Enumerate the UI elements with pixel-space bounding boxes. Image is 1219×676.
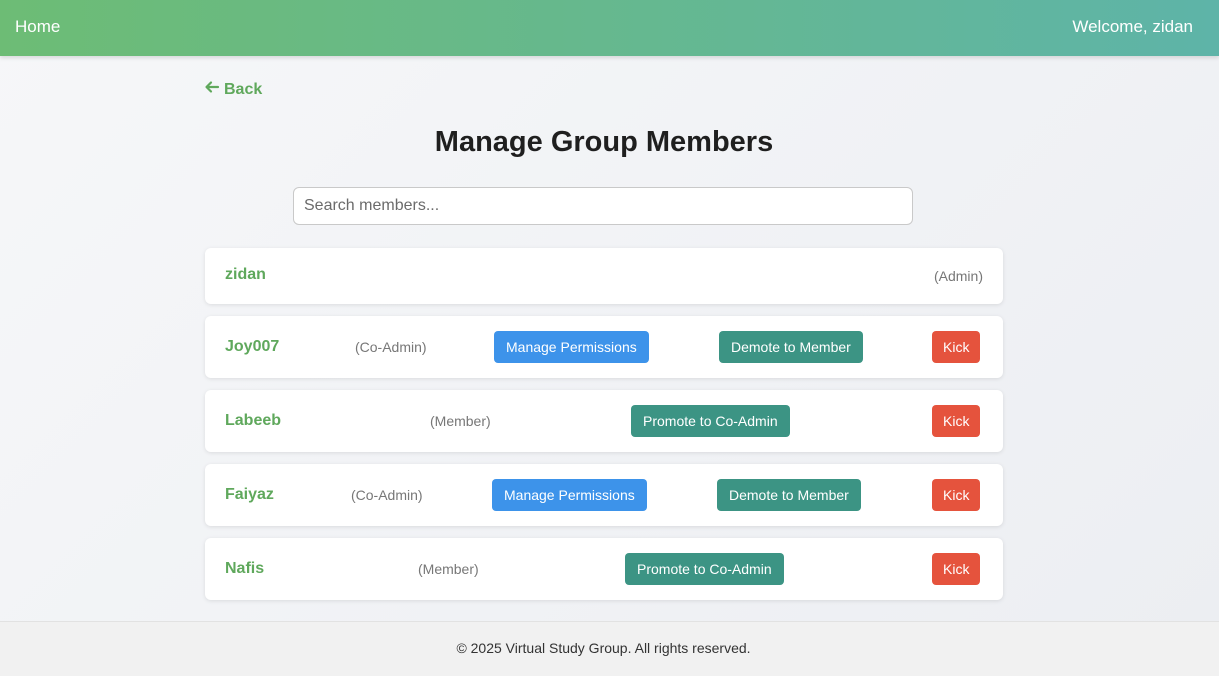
promote-button[interactable]: Promote to Co-Admin xyxy=(625,553,784,585)
member-name: Joy007 xyxy=(225,338,280,355)
search-input[interactable] xyxy=(293,187,913,225)
kick-button[interactable]: Kick xyxy=(932,331,981,363)
copyright-text: © 2025 Virtual Study Group. All rights r… xyxy=(456,640,751,656)
member-name: Labeeb xyxy=(225,412,282,429)
demote-button[interactable]: Demote to Member xyxy=(719,331,863,363)
demote-button[interactable]: Demote to Member xyxy=(717,479,861,511)
kick-button[interactable]: Kick xyxy=(932,405,981,437)
manage-permissions-button[interactable]: Manage Permissions xyxy=(494,331,649,363)
kick-button[interactable]: Kick xyxy=(932,479,981,511)
member-name: Faiyaz xyxy=(225,486,274,503)
member-role: (Member) xyxy=(430,413,491,429)
member-card: Labeeb (Member) Promote to Co-Admin Kick xyxy=(205,390,1003,452)
member-card: Faiyaz (Co-Admin) Manage Permissions Dem… xyxy=(205,464,1003,526)
top-navbar: Home Welcome, zidan xyxy=(0,0,1219,56)
promote-button[interactable]: Promote to Co-Admin xyxy=(631,405,790,437)
member-role: (Admin) xyxy=(933,268,983,284)
member-role: (Co-Admin) xyxy=(355,339,427,355)
back-label: Back xyxy=(224,80,263,98)
footer: © 2025 Virtual Study Group. All rights r… xyxy=(0,621,1219,676)
member-card: Joy007 (Co-Admin) Manage Permissions Dem… xyxy=(205,316,1003,378)
member-role: (Member) xyxy=(418,561,479,577)
member-card: Nafis (Member) Promote to Co-Admin Kick xyxy=(205,538,1003,600)
member-card: zidan (Admin) xyxy=(205,248,1003,304)
back-link[interactable]: Back xyxy=(204,79,262,100)
arrow-left-icon xyxy=(204,79,220,100)
page-title: Manage Group Members xyxy=(434,126,774,158)
kick-button[interactable]: Kick xyxy=(932,553,981,585)
member-role: (Co-Admin) xyxy=(351,487,423,503)
member-name: Nafis xyxy=(225,560,265,577)
welcome-text: Welcome, zidan xyxy=(1072,17,1193,36)
manage-permissions-button[interactable]: Manage Permissions xyxy=(492,479,647,511)
member-name: zidan xyxy=(225,266,266,283)
home-link[interactable]: Home xyxy=(15,17,60,37)
